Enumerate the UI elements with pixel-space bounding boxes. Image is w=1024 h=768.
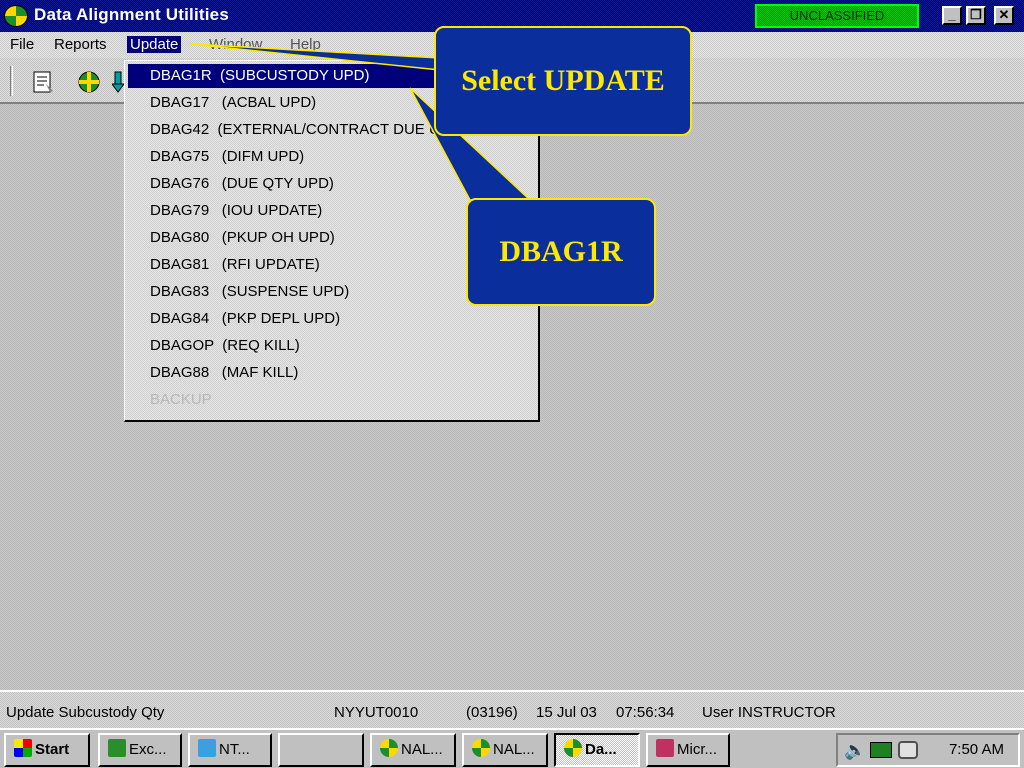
taskbar: Start Exc... NT... NAL... NAL... Da... M… <box>0 728 1024 768</box>
menu-option-dbag88[interactable]: DBAG88 (MAF KILL) <box>128 361 535 385</box>
nt-window-icon <box>198 739 216 757</box>
menu-option-dbag75[interactable]: DBAG75 (DIFM UPD) <box>128 145 535 169</box>
classification-banner: UNCLASSIFIED <box>755 4 919 28</box>
minimize-button[interactable]: _ <box>942 6 962 25</box>
task-label-nal-2: NAL... <box>493 741 535 758</box>
task-button-excel[interactable]: Exc... <box>98 733 182 767</box>
system-tray: 🔈 7:50 AM <box>836 733 1020 767</box>
menu-window[interactable]: Window <box>206 36 265 53</box>
restore-button[interactable]: ❐ <box>966 6 986 25</box>
menu-update[interactable]: Update <box>127 36 182 53</box>
task-button-nal-1[interactable]: NAL... <box>370 733 456 767</box>
menu-option-dbag84[interactable]: DBAG84 (PKP DEPL UPD) <box>128 307 535 331</box>
speaker-icon[interactable]: 🔈 <box>844 740 866 761</box>
task-label-nt: NT... <box>219 741 250 758</box>
globe-icon <box>380 739 398 757</box>
app-globe-icon[interactable] <box>4 5 28 27</box>
status-date: 15 Jul 03 <box>536 704 597 721</box>
task-button-empty[interactable] <box>278 733 364 767</box>
status-user: User INSTRUCTOR <box>702 704 836 721</box>
menu-file[interactable]: File <box>7 36 37 53</box>
menu-option-dbag76[interactable]: DBAG76 (DUE QTY UPD) <box>128 172 535 196</box>
task-button-microsoft[interactable]: Micr... <box>646 733 730 767</box>
excel-icon <box>108 739 126 757</box>
windows-logo-icon <box>14 739 32 757</box>
menu-option-dbagop[interactable]: DBAGOP (REQ KILL) <box>128 334 535 358</box>
status-session: (03196) <box>466 704 518 721</box>
status-bar: Update Subcustody Qty NYYUT0010 (03196) … <box>0 690 1024 728</box>
powerpoint-icon <box>656 739 674 757</box>
callout-select-update: Select UPDATE <box>434 26 692 136</box>
menu-help[interactable]: Help <box>287 36 324 53</box>
status-message: Update Subcustody Qty <box>6 704 165 721</box>
status-host: NYYUT0010 <box>334 704 419 721</box>
task-label-excel: Exc... <box>129 741 167 758</box>
callout-dbag1r: DBAG1R <box>466 198 656 306</box>
window-title: Data Alignment Utilities <box>34 5 229 24</box>
close-button[interactable]: ✕ <box>994 6 1014 25</box>
globe-icon[interactable] <box>76 70 102 94</box>
status-time: 07:56:34 <box>616 704 675 721</box>
task-label-nal-1: NAL... <box>401 741 443 758</box>
task-button-data-alignment[interactable]: Da... <box>554 733 640 767</box>
globe-icon <box>564 739 582 757</box>
toolbar-separator <box>10 66 13 96</box>
start-label: Start <box>35 741 70 758</box>
task-button-nt[interactable]: NT... <box>188 733 272 767</box>
task-label-microsoft: Micr... <box>677 741 717 758</box>
report-icon[interactable] <box>30 70 56 94</box>
task-label-data-alignment: Da... <box>585 741 617 758</box>
globe-icon <box>472 739 490 757</box>
taskbar-clock[interactable]: 7:50 AM <box>949 741 1004 758</box>
network-icon[interactable] <box>870 742 892 758</box>
scheduler-icon[interactable] <box>898 741 918 759</box>
menu-option-backup: BACKUP <box>150 391 212 408</box>
menu-reports[interactable]: Reports <box>51 36 110 53</box>
start-button[interactable]: Start <box>4 733 90 767</box>
task-button-nal-2[interactable]: NAL... <box>462 733 548 767</box>
